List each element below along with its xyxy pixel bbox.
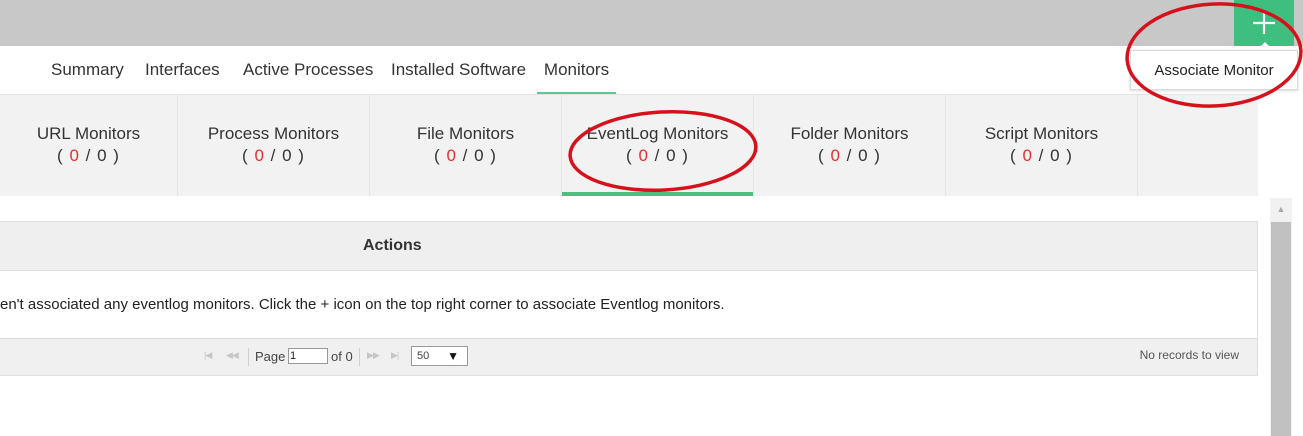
subtab-count: ( 0 / 0 ) [1010, 146, 1073, 165]
pager-separator [359, 348, 360, 366]
subtab-url-monitors[interactable]: URL Monitors ( 0 / 0 ) [0, 95, 178, 196]
total-count: 0 [282, 146, 293, 165]
subtab-label: EventLog Monitors [586, 124, 729, 143]
page-number-input[interactable] [288, 348, 328, 364]
tab-active-processes[interactable]: Active Processes [243, 46, 373, 95]
tab-interfaces[interactable]: Interfaces [145, 46, 220, 95]
prev-page-icon[interactable]: ◀◀ [226, 350, 239, 361]
last-page-icon[interactable]: ▶| [391, 350, 399, 361]
monitors-grid: Actions en't associated any eventlog mon… [0, 221, 1258, 376]
dropdown-arrow-icon: ▼ [447, 349, 459, 363]
subtab-process-monitors[interactable]: Process Monitors ( 0 / 0 ) [178, 95, 370, 196]
subtab-folder-monitors[interactable]: Folder Monitors ( 0 / 0 ) [754, 95, 946, 196]
total-count: 0 [97, 146, 108, 165]
associate-monitor-tooltip: Associate Monitor [1130, 50, 1298, 90]
critical-count: 0 [446, 146, 457, 165]
tab-summary[interactable]: Summary [51, 46, 124, 95]
subtab-label: File Monitors [416, 124, 515, 143]
subtab-label: Process Monitors [207, 124, 340, 143]
total-count: 0 [1050, 146, 1061, 165]
pager-separator [248, 348, 249, 366]
critical-count: 0 [254, 146, 265, 165]
subtab-file-monitors[interactable]: File Monitors ( 0 / 0 ) [370, 95, 562, 196]
tab-installed-software[interactable]: Installed Software [391, 46, 526, 95]
empty-grid-message: en't associated any eventlog monitors. C… [0, 296, 725, 313]
grid-header: Actions [0, 222, 1257, 271]
top-bar [0, 0, 1303, 46]
subtab-label: Script Monitors [984, 124, 1099, 143]
subtab-count: ( 0 / 0 ) [434, 146, 497, 165]
subtab-count: ( 0 / 0 ) [818, 146, 881, 165]
records-status: No records to view [1139, 348, 1239, 362]
subtab-label: Folder Monitors [790, 124, 909, 143]
critical-count: 0 [830, 146, 841, 165]
page-label: Page [255, 349, 286, 364]
total-count: 0 [474, 146, 485, 165]
tooltip-arrow [1257, 42, 1273, 50]
main-tabs: Summary Interfaces Active Processes Inst… [0, 46, 1120, 95]
subtab-label: URL Monitors [36, 124, 141, 143]
critical-count: 0 [69, 146, 80, 165]
plus-icon [1251, 10, 1277, 36]
associate-monitor-button[interactable] [1234, 0, 1294, 46]
scroll-up-icon[interactable]: ▲ [1270, 198, 1292, 220]
critical-count: 0 [638, 146, 649, 165]
grid-pager: |◀ ◀◀ Page of 0 ▶▶ ▶| 50 ▼ No records to… [0, 338, 1257, 375]
subtab-count: ( 0 / 0 ) [57, 146, 120, 165]
page-count-label: of 0 [331, 349, 353, 364]
page-size-select[interactable]: 50 ▼ [411, 346, 468, 366]
total-count: 0 [666, 146, 677, 165]
subtab-count: ( 0 / 0 ) [626, 146, 689, 165]
actions-column-header[interactable]: Actions [363, 222, 422, 270]
total-count: 0 [858, 146, 869, 165]
vertical-scrollbar[interactable]: ▲ [1270, 198, 1292, 436]
monitor-type-tabs: URL Monitors ( 0 / 0 ) Process Monitors … [0, 95, 1258, 196]
subtab-script-monitors[interactable]: Script Monitors ( 0 / 0 ) [946, 95, 1138, 196]
first-page-icon[interactable]: |◀ [204, 350, 212, 361]
page-size-value: 50 [417, 350, 430, 362]
subtab-count: ( 0 / 0 ) [242, 146, 305, 165]
subtab-eventlog-monitors[interactable]: EventLog Monitors ( 0 / 0 ) [562, 95, 754, 196]
next-page-icon[interactable]: ▶▶ [367, 350, 380, 361]
critical-count: 0 [1022, 146, 1033, 165]
tab-monitors[interactable]: Monitors [537, 46, 616, 95]
scroll-thumb[interactable] [1271, 222, 1291, 436]
